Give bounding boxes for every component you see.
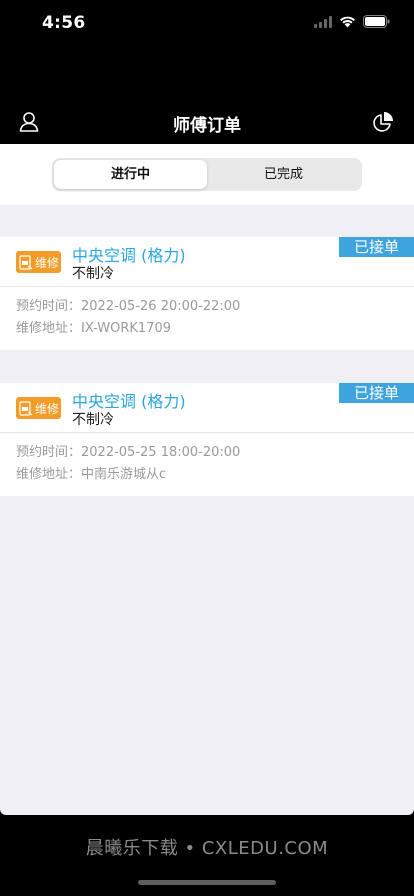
battery-icon (363, 15, 390, 28)
wifi-icon (339, 15, 356, 28)
appointment-time-label: 预约时间： (16, 445, 82, 460)
status-icons (314, 15, 390, 28)
status-bar: 4:56 (0, 0, 414, 48)
repair-type-label: 维修 (35, 401, 60, 416)
tab-completed[interactable]: 已完成 (207, 160, 360, 189)
signal-icon (314, 15, 332, 28)
item-issue: 不制冷 (72, 412, 114, 428)
appointment-time-value: 2022-05-26 20:00-22:00 (81, 299, 241, 314)
repair-address-row: 维修地址：中南乐游城从c (16, 465, 398, 485)
nav-bar: 师傅订单 (0, 100, 414, 144)
repair-type-label: 维修 (35, 255, 60, 270)
order-card-details: 预约时间：2022-05-25 18:00-20:00 维修地址：中南乐游城从c (0, 433, 414, 496)
home-indicator[interactable] (138, 880, 276, 885)
order-list-area: 进行中 已完成 维修 中央空调 (格力) 不制冷 已接单 预约时间：2022-0… (0, 144, 414, 815)
appointment-time-value: 2022-05-25 18:00-20:00 (81, 445, 241, 460)
segment-bar: 进行中 已完成 (0, 144, 414, 205)
order-status-segmented-control: 进行中 已完成 (52, 158, 362, 191)
repair-doc-icon (19, 254, 33, 270)
repair-doc-icon (19, 400, 33, 416)
repair-address-value: 中南乐游城从c (81, 467, 167, 482)
appointment-time-label: 预约时间： (16, 299, 82, 314)
tab-in-progress[interactable]: 进行中 (54, 160, 207, 189)
watermark-text: 晨曦乐下载 • CXLEDU.COM (85, 838, 329, 859)
order-card[interactable]: 维修 中央空调 (格力) 不制冷 已接单 预约时间：2022-05-26 20:… (0, 237, 414, 350)
order-card-header: 维修 中央空调 (格力) 不制冷 已接单 (0, 383, 414, 433)
appointment-time-row: 预约时间：2022-05-25 18:00-20:00 (16, 443, 398, 463)
repair-address-label: 维修地址： (16, 321, 82, 336)
repair-address-label: 维修地址： (16, 467, 82, 482)
repair-address-value: IX-WORK1709 (81, 321, 171, 336)
order-card-header: 维修 中央空调 (格力) 不制冷 已接单 (0, 237, 414, 287)
appointment-time-row: 预约时间：2022-05-26 20:00-22:00 (16, 297, 398, 317)
repair-type-badge: 维修 (16, 397, 61, 419)
order-card[interactable]: 维修 中央空调 (格力) 不制冷 已接单 预约时间：2022-05-25 18:… (0, 383, 414, 496)
repair-address-row: 维修地址：IX-WORK1709 (16, 319, 398, 339)
page-title: 师傅订单 (173, 116, 241, 136)
order-status-tag: 已接单 (339, 237, 414, 257)
statistics-pie-icon[interactable] (370, 109, 396, 135)
item-issue: 不制冷 (72, 266, 114, 282)
order-status-tag: 已接单 (339, 383, 414, 403)
repair-type-badge: 维修 (16, 251, 61, 273)
status-time: 4:56 (42, 13, 86, 33)
order-card-details: 预约时间：2022-05-26 20:00-22:00 维修地址：IX-WORK… (0, 287, 414, 350)
